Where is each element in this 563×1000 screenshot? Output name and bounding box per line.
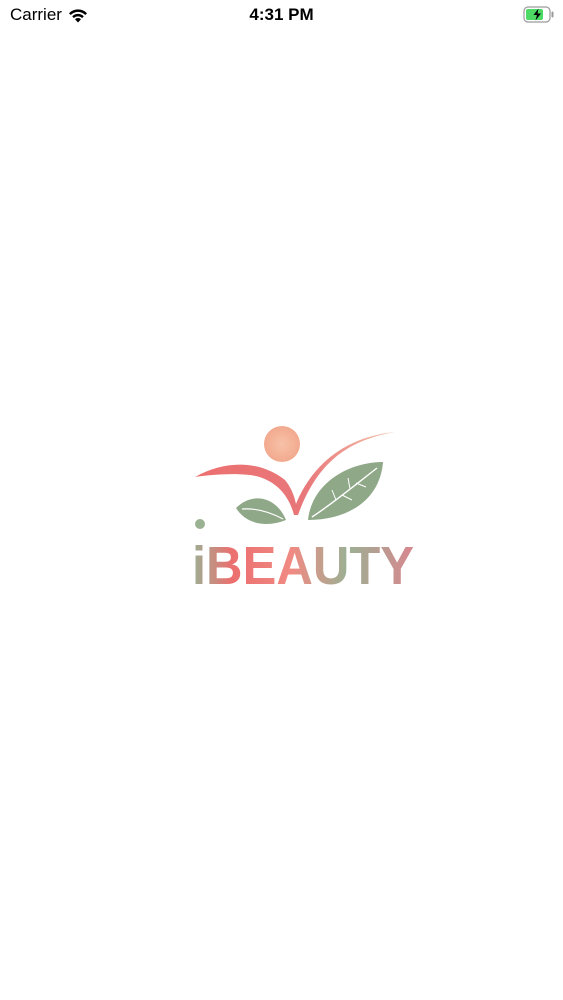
ibeauty-logo: iBEAUTY xyxy=(190,420,420,595)
splash-screen: iBEAUTY xyxy=(0,0,563,1000)
logo-text: iBEAUTY xyxy=(192,536,414,595)
